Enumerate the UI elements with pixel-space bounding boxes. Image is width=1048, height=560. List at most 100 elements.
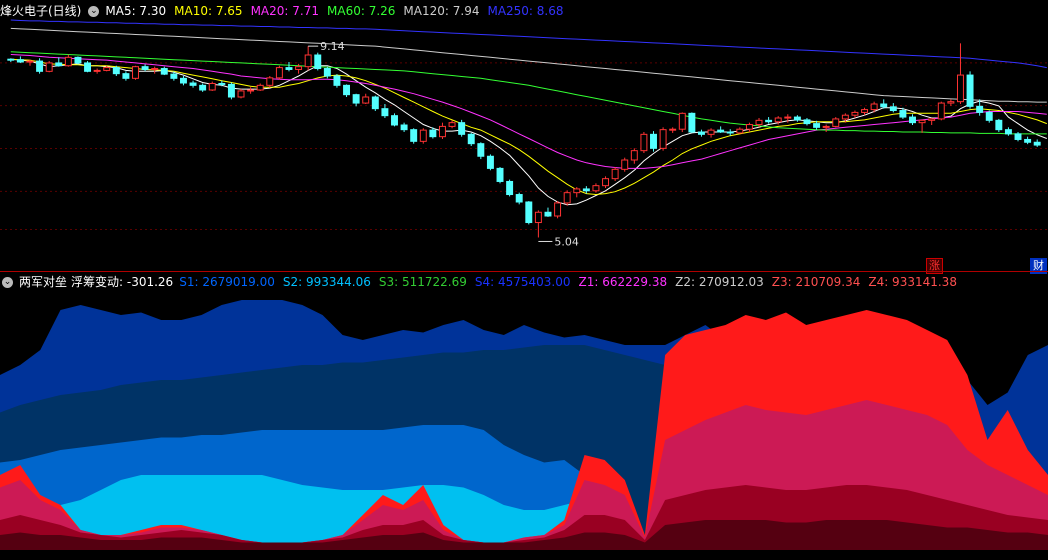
candle bbox=[525, 201, 533, 225]
candle bbox=[352, 93, 360, 107]
candle bbox=[496, 167, 504, 184]
candle-body bbox=[1033, 141, 1041, 146]
indicator-title: 两军对垒 bbox=[19, 275, 68, 289]
candle-body bbox=[45, 62, 53, 72]
candle bbox=[400, 122, 408, 132]
candle-body bbox=[208, 82, 216, 91]
candle bbox=[602, 176, 610, 188]
candle-body bbox=[889, 106, 897, 112]
candle-body bbox=[573, 188, 581, 194]
candle-body bbox=[534, 211, 542, 224]
candle-body bbox=[985, 111, 993, 121]
candle-body bbox=[678, 112, 686, 130]
candle-body bbox=[477, 143, 485, 157]
candle-body bbox=[563, 192, 571, 204]
candle-body bbox=[793, 116, 801, 121]
candle-body bbox=[592, 185, 600, 192]
candle bbox=[889, 103, 897, 113]
indicator-label-3: S4: 4575403.00 bbox=[474, 275, 571, 289]
candle-body bbox=[7, 58, 15, 61]
candle-body bbox=[343, 84, 351, 96]
candle bbox=[112, 65, 120, 76]
indicator-label-0: S1: 2679019.00 bbox=[179, 275, 275, 289]
candle-body bbox=[151, 68, 159, 71]
candle-body bbox=[227, 83, 235, 98]
candle-body bbox=[103, 67, 111, 71]
indicator-label-2: S3: 511722.69 bbox=[378, 275, 467, 289]
candle bbox=[534, 210, 542, 238]
candle bbox=[611, 167, 619, 181]
candle bbox=[956, 43, 964, 104]
candle bbox=[707, 128, 715, 138]
candle bbox=[477, 142, 485, 160]
candle-body bbox=[765, 119, 773, 123]
candle-body bbox=[112, 67, 120, 75]
candle bbox=[26, 59, 34, 66]
high-label: 9.14 bbox=[320, 40, 345, 53]
candle bbox=[573, 187, 581, 198]
candle-body bbox=[26, 60, 34, 63]
candle-body bbox=[755, 119, 763, 126]
candle-body bbox=[419, 129, 427, 142]
candle-body bbox=[918, 119, 926, 124]
collapse-icon[interactable]: ⌄ bbox=[2, 276, 13, 288]
candle-body bbox=[582, 188, 590, 192]
candle-body bbox=[611, 168, 619, 180]
candle-body bbox=[304, 54, 312, 68]
candle bbox=[247, 87, 255, 94]
candle-body bbox=[160, 68, 168, 75]
candle-body bbox=[554, 202, 562, 217]
candle-body bbox=[659, 129, 667, 149]
candle-body bbox=[179, 77, 187, 84]
candle-body bbox=[861, 109, 869, 113]
candle-body bbox=[630, 150, 638, 161]
candle-body bbox=[717, 129, 725, 133]
candle bbox=[208, 81, 216, 91]
candle-body bbox=[813, 123, 821, 128]
candle-body bbox=[400, 124, 408, 131]
candle-body bbox=[506, 180, 514, 196]
panel-divider bbox=[0, 271, 1048, 272]
candle bbox=[909, 114, 916, 125]
candle bbox=[592, 183, 600, 193]
candle-body bbox=[909, 116, 916, 124]
candle bbox=[966, 71, 974, 109]
candle-body bbox=[458, 122, 466, 135]
candle-body bbox=[448, 122, 456, 127]
candle bbox=[928, 118, 936, 125]
candle-body bbox=[295, 66, 303, 70]
candle bbox=[650, 131, 657, 152]
candle bbox=[1024, 136, 1032, 145]
candle bbox=[410, 128, 418, 144]
candle-body bbox=[333, 75, 341, 86]
candle bbox=[506, 179, 514, 197]
candle bbox=[343, 84, 351, 97]
candle bbox=[285, 62, 293, 72]
candle bbox=[256, 83, 264, 91]
candle bbox=[544, 207, 552, 217]
candle-body bbox=[266, 77, 274, 86]
candle-body bbox=[976, 105, 984, 113]
candle-body bbox=[851, 111, 859, 116]
price-chart: 9.14 5.04 bbox=[0, 19, 1048, 248]
candle bbox=[985, 110, 993, 123]
candle-body bbox=[688, 112, 696, 133]
indicator-label-7: Z4: 933141.38 bbox=[868, 275, 957, 289]
candle-body bbox=[323, 68, 331, 77]
candle bbox=[189, 80, 197, 88]
ma-line-ma250 bbox=[10, 19, 1047, 69]
candle bbox=[36, 58, 44, 74]
indicator-label-1: S2: 993344.06 bbox=[282, 275, 371, 289]
indicator-legend: S1: 2679019.00 S2: 993344.06 S3: 511722.69… bbox=[179, 273, 965, 291]
indicator-label-6: Z3: 210709.34 bbox=[771, 275, 861, 289]
candle-body bbox=[275, 67, 283, 79]
candle-body bbox=[841, 114, 849, 120]
candle-body bbox=[314, 54, 322, 70]
candle-body bbox=[467, 133, 475, 145]
candle-body bbox=[669, 128, 677, 131]
candle-body bbox=[36, 60, 44, 72]
candle bbox=[141, 64, 149, 72]
candle-body bbox=[1014, 133, 1022, 140]
candle bbox=[803, 118, 811, 126]
candle bbox=[55, 57, 63, 67]
